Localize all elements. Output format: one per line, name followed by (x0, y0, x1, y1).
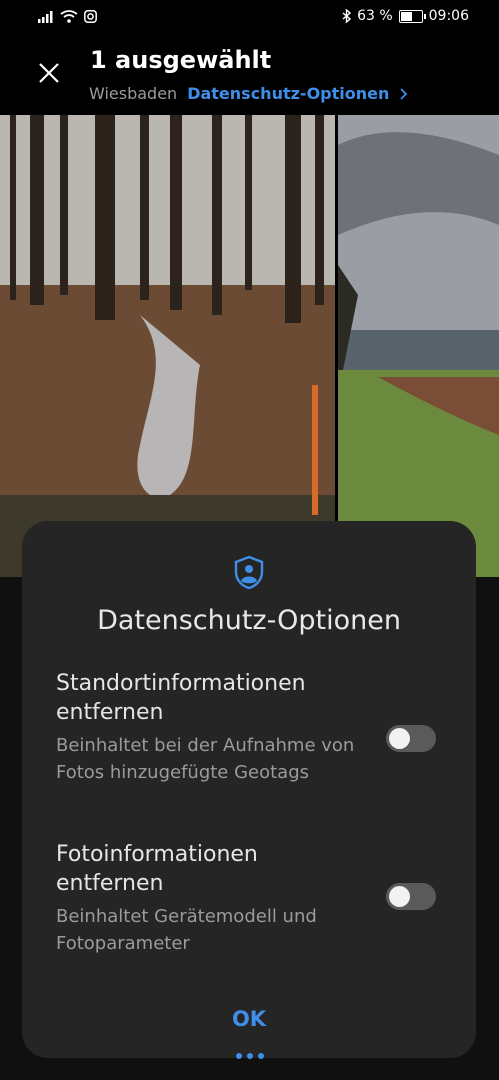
page-indicator (236, 1053, 264, 1059)
forest-illustration (0, 115, 335, 577)
battery-icon (398, 9, 426, 23)
subtitle-row: Wiesbaden Datenschutz-Optionen (89, 84, 408, 103)
field-illustration (338, 115, 499, 577)
chevron-right-icon[interactable] (399, 87, 408, 101)
remove-photo-info-toggle[interactable] (386, 883, 436, 910)
option-location-title: Standortinformationen entfernen (56, 671, 306, 725)
instagram-icon (84, 10, 97, 23)
remove-location-toggle[interactable] (386, 725, 436, 752)
privacy-options-link[interactable]: Datenschutz-Optionen (187, 84, 389, 103)
close-icon[interactable] (32, 56, 66, 90)
battery-level (400, 11, 412, 21)
bluetooth-icon (342, 9, 352, 23)
status-bar: 63 % 09:06 (0, 0, 499, 36)
toggle-knob (389, 886, 410, 907)
ok-button[interactable]: OK (199, 999, 299, 1039)
selection-title: 1 ausgewählt (90, 46, 272, 74)
wifi-icon (60, 10, 78, 23)
selection-header: 1 ausgewählt Wiesbaden Datenschutz-Optio… (0, 36, 499, 114)
photo-field-landscape[interactable] (338, 115, 499, 577)
option-location-description: Beinhaltet bei der Aufnahme von Fotos hi… (56, 735, 355, 783)
battery-percent: 63 % (357, 8, 393, 24)
shield-person-icon (234, 555, 264, 589)
option-photo-info-description: Beinhaltet Gerätemodell und Fotoparamete… (56, 906, 317, 954)
privacy-options-dialog: Datenschutz-Optionen Standortinformation… (22, 521, 476, 1058)
page-dot (258, 1053, 264, 1059)
clock: 09:06 (428, 8, 469, 24)
photo-forest-stream[interactable] (0, 115, 335, 577)
page-dot (247, 1053, 253, 1059)
dialog-title: Datenschutz-Optionen (97, 605, 401, 636)
signal-icon (38, 10, 53, 23)
toggle-knob (389, 728, 410, 749)
location-label: Wiesbaden (89, 84, 178, 103)
option-photo-info-title: Fotoinformationen entfernen (56, 842, 258, 896)
page-dot (236, 1053, 242, 1059)
